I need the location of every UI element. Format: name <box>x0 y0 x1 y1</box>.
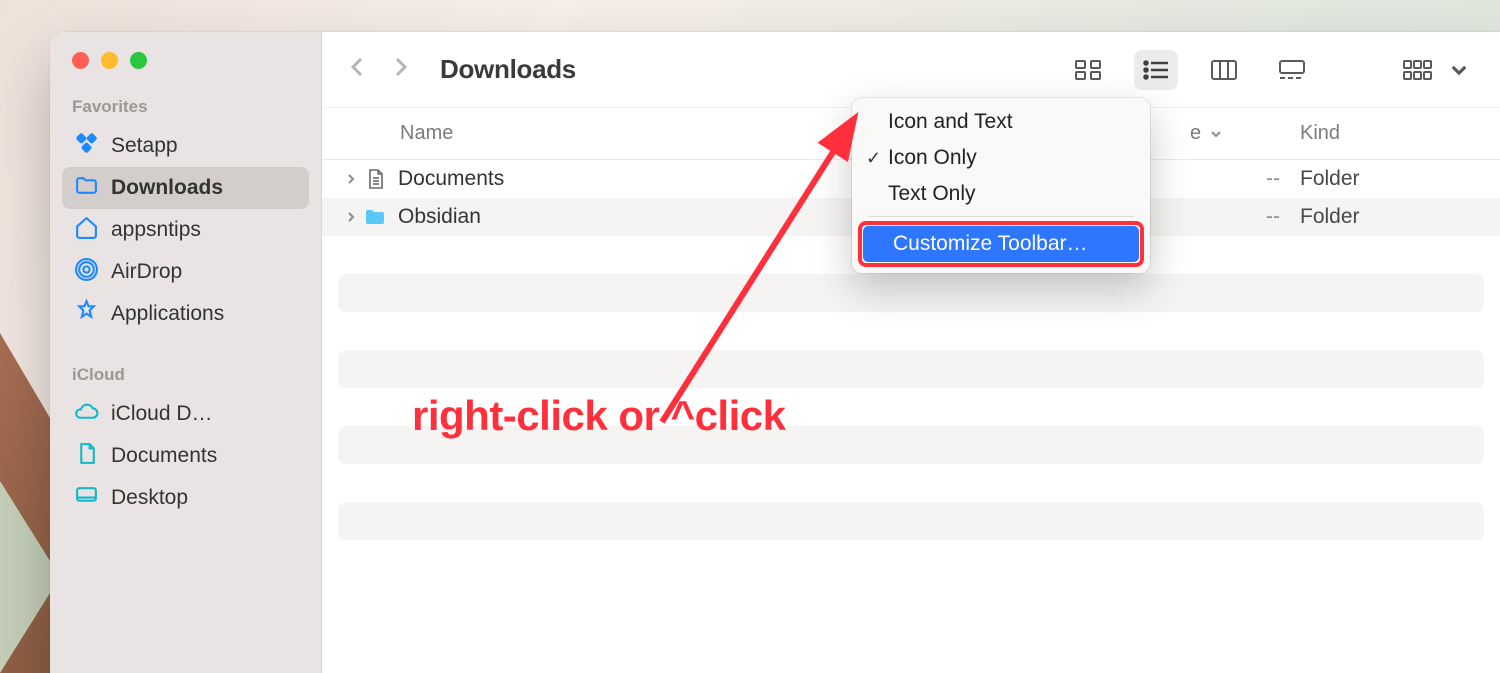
sidebar-item-label: Desktop <box>111 486 188 510</box>
home-icon <box>74 215 99 246</box>
annotation-highlight: Customize Toolbar… <box>858 221 1144 267</box>
view-list-button[interactable] <box>1134 50 1178 90</box>
toolbar: Downloads <box>322 32 1500 108</box>
document-icon <box>74 441 99 472</box>
sidebar-item-appsntips[interactable]: appsntips <box>62 209 309 251</box>
sidebar-item-label: Setapp <box>111 134 178 158</box>
sidebar-item-downloads[interactable]: Downloads <box>62 167 309 209</box>
menu-item-customize-toolbar[interactable]: Customize Toolbar… <box>858 221 1144 267</box>
document-icon <box>360 167 390 191</box>
view-icons-button[interactable] <box>1066 50 1110 90</box>
column-size[interactable]: e <box>1190 122 1280 145</box>
sidebar-item-icloud-desktop[interactable]: Desktop <box>62 477 309 519</box>
disclosure-triangle[interactable] <box>342 212 360 222</box>
main-content: Downloads <box>322 32 1500 673</box>
annotation-text: right-click or ^click <box>412 392 786 440</box>
folder-icon <box>360 205 390 229</box>
setapp-icon <box>74 131 99 162</box>
window-controls <box>50 52 321 97</box>
back-button[interactable] <box>346 55 370 84</box>
sidebar: Favorites Setapp Downloads appsntips <box>50 32 322 673</box>
sidebar-item-label: AirDrop <box>111 260 182 284</box>
sidebar-item-icloud-drive[interactable]: iCloud D… <box>62 393 309 435</box>
sidebar-item-label: iCloud D… <box>111 402 213 426</box>
disclosure-triangle[interactable] <box>342 174 360 184</box>
sidebar-item-icloud-documents[interactable]: Documents <box>62 435 309 477</box>
folder-icon <box>74 173 99 204</box>
sidebar-item-applications[interactable]: Applications <box>62 293 309 335</box>
forward-button[interactable] <box>388 55 412 84</box>
chevron-down-icon <box>1209 127 1223 141</box>
file-kind: Folder <box>1280 167 1470 191</box>
sidebar-item-setapp[interactable]: Setapp <box>62 125 309 167</box>
menu-item-text-only[interactable]: Text Only <box>858 176 1144 212</box>
view-gallery-button[interactable] <box>1270 50 1314 90</box>
cloud-icon <box>74 399 99 430</box>
sidebar-section-icloud: iCloud <box>50 365 321 393</box>
column-kind[interactable]: Kind <box>1280 122 1470 145</box>
file-size: -- <box>1190 167 1280 191</box>
menu-item-label: Icon and Text <box>888 110 1013 134</box>
file-kind: Folder <box>1280 205 1470 229</box>
sidebar-item-label: Applications <box>111 302 224 326</box>
menu-separator <box>868 216 1134 217</box>
menu-item-label: Text Only <box>888 182 976 206</box>
close-button[interactable] <box>72 52 89 69</box>
desktop-icon <box>74 483 99 514</box>
file-size: -- <box>1190 205 1280 229</box>
sidebar-item-label: appsntips <box>111 218 201 242</box>
view-columns-button[interactable] <box>1202 50 1246 90</box>
minimize-button[interactable] <box>101 52 118 69</box>
page-title: Downloads <box>440 54 576 85</box>
toolbar-context-menu: Icon and Text Icon Only Text Only Custom… <box>852 98 1150 273</box>
menu-item-label: Icon Only <box>888 146 977 170</box>
group-by-button[interactable] <box>1402 59 1476 81</box>
menu-item-icon-only[interactable]: Icon Only <box>858 140 1144 176</box>
menu-item-label: Customize Toolbar… <box>893 232 1088 256</box>
menu-item-icon-and-text[interactable]: Icon and Text <box>858 104 1144 140</box>
finder-window: Favorites Setapp Downloads appsntips <box>50 32 1500 673</box>
sidebar-section-favorites: Favorites <box>50 97 321 125</box>
sidebar-item-airdrop[interactable]: AirDrop <box>62 251 309 293</box>
sidebar-item-label: Downloads <box>111 176 223 200</box>
sidebar-item-label: Documents <box>111 444 217 468</box>
airdrop-icon <box>74 257 99 288</box>
zoom-button[interactable] <box>130 52 147 69</box>
applications-icon <box>74 299 99 330</box>
